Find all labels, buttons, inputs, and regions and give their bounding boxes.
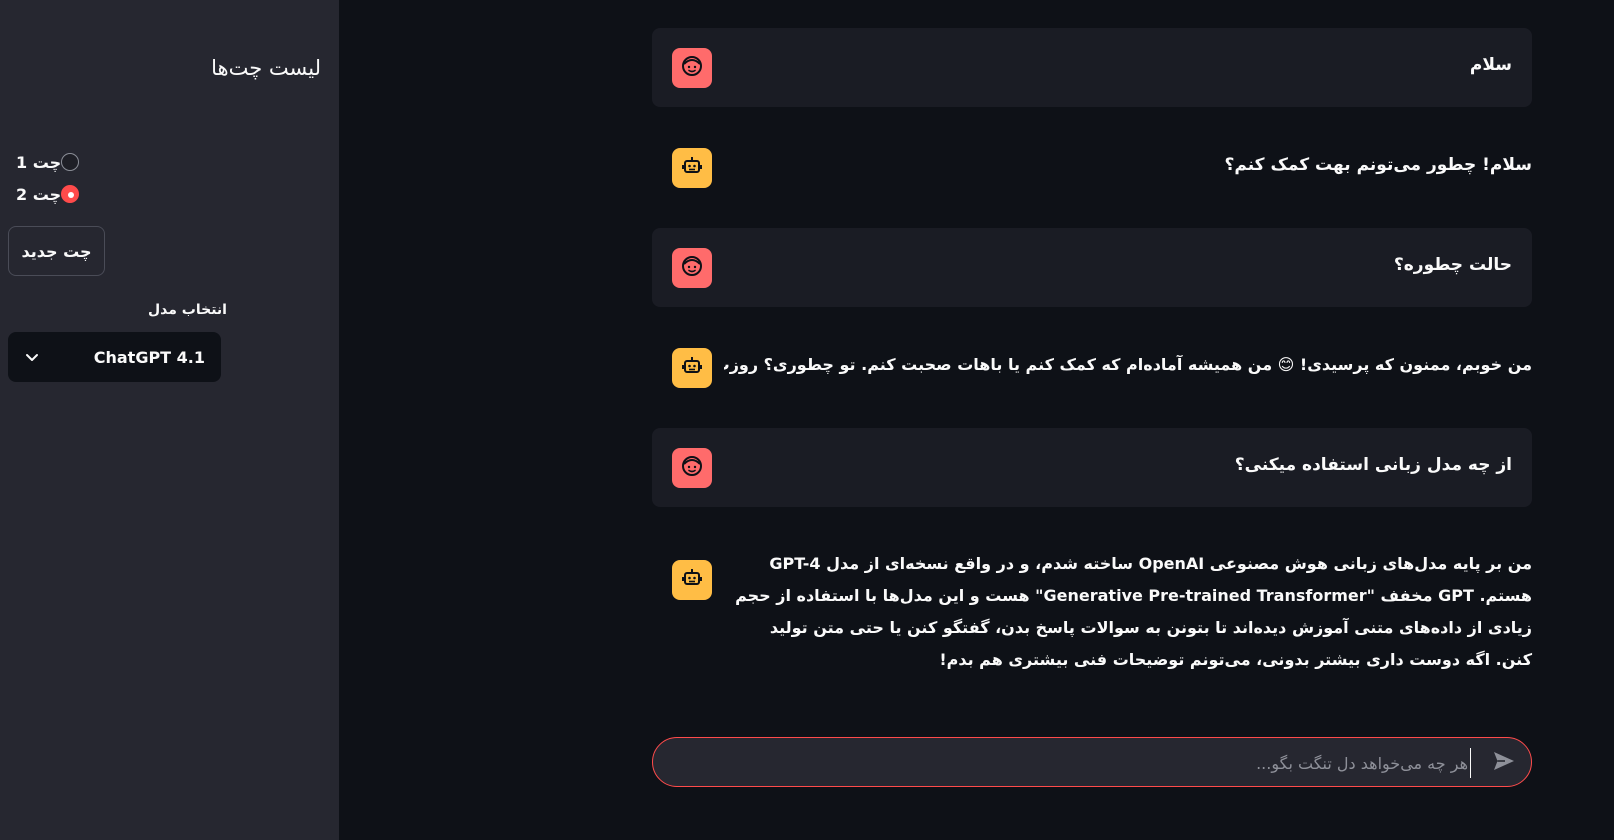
message-text: از چه مدل زبانی استفاده میکنی؟ <box>1234 455 1512 475</box>
bot-avatar <box>672 148 712 188</box>
user-avatar <box>672 48 712 88</box>
message-text: من خوبم، ممنون که پرسیدی! 😊 من همیشه آما… <box>724 355 1532 374</box>
bot-avatar <box>672 348 712 388</box>
radio-button-selected[interactable] <box>61 185 80 203</box>
chat-list: چت 1 چت 2 <box>16 146 80 210</box>
radio-button[interactable] <box>61 153 80 171</box>
user-face-icon <box>680 254 704 282</box>
chat-input[interactable] <box>713 748 1471 778</box>
user-face-icon <box>680 54 704 82</box>
chat-message-user: حالت چطوره؟ <box>652 228 1532 307</box>
robot-icon <box>680 354 704 382</box>
sidebar: لیست چت‌ها چت 1 چت 2 چت جدید انتخاب مدل … <box>0 0 339 840</box>
chat-message-user: از چه مدل زبانی استفاده میکنی؟ <box>652 428 1532 507</box>
model-select[interactable]: ChatGPT 4.1 <box>8 332 221 382</box>
chat-message-assistant: من بر پایه مدل‌های زبانی هوش مصنوعی Open… <box>652 540 1532 680</box>
chevron-down-icon <box>24 349 40 365</box>
model-select-label: انتخاب مدل <box>148 302 227 318</box>
user-avatar <box>672 248 712 288</box>
model-select-value: ChatGPT 4.1 <box>93 347 205 367</box>
chat-option-label: چت 1 <box>16 152 62 172</box>
chat-message-user: سلام <box>652 28 1532 107</box>
chat-message-assistant: من خوبم، ممنون که پرسیدی! 😊 من همیشه آما… <box>652 328 1532 407</box>
robot-icon <box>680 566 704 594</box>
chat-message-assistant: سلام! چطور می‌تونم بهت کمک کنم؟ <box>652 128 1532 207</box>
chat-area: سلام سلام! چطور می‌تونم بهت کمک کنم؟ حال… <box>339 0 1614 840</box>
chat-option-1[interactable]: چت 1 <box>16 146 80 178</box>
message-text: سلام <box>1469 55 1512 75</box>
send-icon <box>1492 750 1516 776</box>
app: لیست چت‌ها چت 1 چت 2 چت جدید انتخاب مدل … <box>0 0 1614 840</box>
message-text: من بر پایه مدل‌های زبانی هوش مصنوعی Open… <box>735 554 1532 669</box>
bot-avatar <box>672 560 712 600</box>
chat-option-label: چت 2 <box>16 184 62 204</box>
robot-icon <box>680 154 704 182</box>
message-text: حالت چطوره؟ <box>1393 255 1512 275</box>
chat-input-box <box>652 737 1532 787</box>
user-face-icon <box>680 454 704 482</box>
sidebar-title: لیست چت‌ها <box>211 56 321 80</box>
chat-option-2[interactable]: چت 2 <box>16 178 80 210</box>
user-avatar <box>672 448 712 488</box>
send-button[interactable] <box>1491 750 1517 776</box>
message-text: سلام! چطور می‌تونم بهت کمک کنم؟ <box>1224 155 1532 175</box>
new-chat-button[interactable]: چت جدید <box>8 226 105 276</box>
